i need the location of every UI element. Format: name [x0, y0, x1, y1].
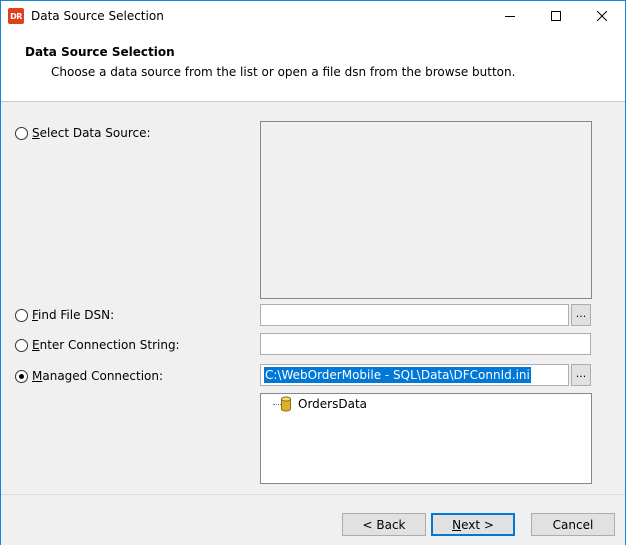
cancel-button[interactable]: Cancel [531, 513, 615, 536]
tree-item[interactable]: OrdersData [281, 396, 367, 412]
tree-item-label: OrdersData [298, 397, 368, 411]
file-dsn-field[interactable] [260, 304, 569, 326]
database-icon [281, 396, 291, 412]
minimize-button[interactable] [487, 1, 533, 31]
enter-connection-string-radio[interactable]: Enter Connection String: [15, 338, 180, 352]
select-data-source-label: Select Data Source: [32, 126, 151, 140]
find-file-dsn-label: Find File DSN: [32, 308, 115, 322]
managed-connection-label: Managed Connection: [32, 369, 164, 383]
dialog-window: DR Data Source Selection Data Source Sel… [0, 0, 626, 545]
managed-connection-path: C:\WebOrderMobile - SQL\Data\DFConnId.in… [264, 367, 531, 383]
window-title: Data Source Selection [31, 9, 164, 23]
content-panel: Select Data Source: Find File DSN: ... E… [1, 102, 625, 494]
title-bar[interactable]: DR Data Source Selection [1, 1, 625, 31]
managed-connection-radio[interactable]: Managed Connection: [15, 369, 163, 383]
connection-string-field[interactable] [260, 333, 591, 355]
radio-indicator[interactable] [15, 369, 28, 383]
maximize-button[interactable] [533, 1, 579, 31]
wizard-header: Data Source Selection Choose a data sour… [1, 31, 625, 102]
close-icon [597, 11, 607, 21]
managed-connection-browse-button[interactable]: ... [571, 364, 591, 386]
button-bar: < Back Next > Cancel [1, 494, 625, 545]
data-source-list[interactable] [260, 121, 592, 299]
header-title: Data Source Selection [25, 45, 175, 59]
radio-indicator[interactable] [15, 126, 28, 140]
header-subtitle: Choose a data source from the list or op… [51, 65, 516, 79]
enter-connection-string-label: Enter Connection String: [32, 338, 180, 352]
find-file-dsn-radio[interactable]: Find File DSN: [15, 308, 114, 322]
minimize-icon [505, 16, 515, 17]
select-data-source-radio[interactable]: Select Data Source: [15, 126, 151, 140]
file-dsn-browse-button[interactable]: ... [571, 304, 591, 326]
close-button[interactable] [579, 1, 625, 31]
back-button[interactable]: < Back [342, 513, 426, 536]
next-button[interactable]: Next > [431, 513, 515, 536]
radio-indicator[interactable] [15, 308, 28, 322]
app-icon: DR [8, 8, 24, 24]
managed-connection-field[interactable]: C:\WebOrderMobile - SQL\Data\DFConnId.in… [260, 364, 569, 386]
connection-tree[interactable]: OrdersData [260, 393, 592, 484]
maximize-icon [551, 11, 561, 21]
radio-indicator[interactable] [15, 338, 28, 352]
